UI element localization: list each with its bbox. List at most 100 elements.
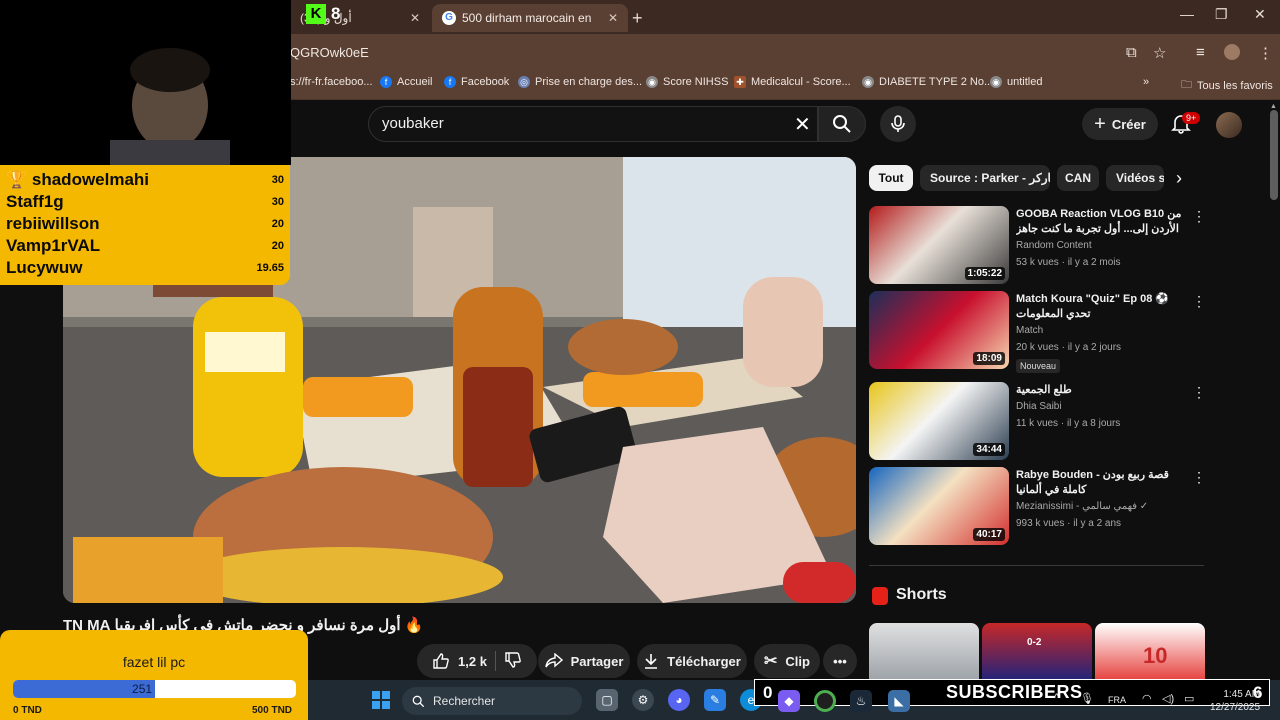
url-field[interactable]: QGROwk0eE (290, 45, 369, 60)
install-app-icon[interactable]: ⧉ (1126, 44, 1137, 61)
kebab-menu-icon[interactable]: ⋮ (1192, 208, 1206, 225)
app-icon[interactable]: ◣ (888, 690, 910, 712)
wifi-icon[interactable]: ◠ (1142, 692, 1152, 705)
view-meta: 993 k vues · il y a 2 ans (1016, 518, 1122, 529)
channel-name[interactable]: Random Content (1016, 237, 1186, 254)
goal-min-label: 0 TND (13, 705, 42, 716)
subscriber-count: 0 (763, 683, 773, 702)
short-thumbnail[interactable]: 0-2 (982, 623, 1092, 683)
recommendation-title[interactable]: Match Koura "Quiz" Ep 08 ⚽ تحدي المعلوما… (1016, 292, 1186, 322)
menu-kebab-icon[interactable]: ⋮ (1258, 44, 1273, 62)
bookmark-item[interactable]: ◉ Score NIHSS (646, 76, 728, 88)
chip-source-parker[interactable]: Source : Parker - باركر (920, 165, 1050, 191)
volume-icon[interactable]: ◁) (1162, 692, 1174, 705)
create-label: Créer (1111, 116, 1146, 132)
recommendation-title[interactable]: Rabye Bouden - قصة ربيع بودن كاملة في أل… (1016, 468, 1186, 498)
system-clock[interactable]: 1:45 AM 12/27/2025 (1210, 688, 1260, 714)
search-button[interactable] (818, 106, 866, 142)
kebab-menu-icon[interactable]: ⋮ (1192, 384, 1206, 401)
bookmark-item[interactable]: f Accueil (380, 76, 432, 88)
folder-icon: 🗀 (1181, 79, 1192, 91)
video-thumbnail[interactable]: 34:44 (869, 382, 1009, 460)
duration-badge: 40:17 (973, 528, 1005, 541)
avatar[interactable] (1216, 112, 1242, 138)
short-thumbnail[interactable]: 10 (1095, 623, 1205, 683)
like-count: 1,2 k (458, 653, 487, 669)
download-icon (645, 654, 658, 669)
close-icon[interactable]: ✕ (608, 11, 618, 25)
recommendation-item[interactable]: 40:17 (869, 467, 1009, 545)
more-actions-button[interactable]: ••• (823, 644, 857, 678)
channel-name[interactable]: Dhia Saibi (1016, 398, 1186, 415)
download-button[interactable]: Télécharger (637, 644, 747, 678)
donation-leaderboard: 🏆 shadowelmahi 30 Staff1g 30 rebiiwillson 2… (0, 165, 290, 285)
chip-all[interactable]: Tout (869, 165, 913, 191)
browser-tab-google[interactable]: G 500 dirham marocain en dinar ✕ (432, 4, 628, 32)
language-indicator[interactable]: FRA (1108, 695, 1126, 705)
maximize-icon[interactable]: ❐ (1215, 6, 1228, 23)
task-view-icon[interactable]: ▢ (596, 689, 618, 711)
tab-title: 500 dirham marocain en dinar (462, 11, 592, 25)
create-button[interactable]: + Créer (1082, 108, 1158, 140)
recommendation-info: GOOBA Reaction VLOG B10 من الأردن إلى...… (1016, 207, 1186, 271)
search-icon (833, 115, 851, 133)
bookmark-item[interactable]: ✚ Medicalcul - Score... (734, 76, 851, 88)
share-button[interactable]: Partager (538, 644, 630, 678)
app-icon[interactable]: ✎ (704, 689, 726, 711)
channel-name[interactable]: Mezianissimi - فهمي سالمي ✓ (1016, 498, 1186, 515)
media-control-icon[interactable]: ≡ (1196, 44, 1205, 61)
scroll-up-icon[interactable]: ▲ (1270, 103, 1277, 110)
windows-start-icon[interactable] (372, 691, 390, 709)
microphone-icon (891, 115, 905, 132)
bookmark-item[interactable]: ◎ Prise en charge des... (518, 76, 642, 88)
video-thumbnail[interactable]: 40:17 (869, 467, 1009, 545)
chrome-icon[interactable] (814, 690, 836, 712)
chip-videos[interactable]: Vidéos s (1106, 165, 1164, 191)
clear-search-icon[interactable]: ✕ (794, 112, 811, 137)
kebab-menu-icon[interactable]: ⋮ (1192, 293, 1206, 310)
new-tab-button[interactable]: + (632, 8, 643, 29)
kebab-menu-icon[interactable]: ⋮ (1192, 469, 1206, 486)
duration-badge: 18:09 (973, 352, 1005, 365)
settings-icon[interactable]: ⚙ (632, 689, 654, 711)
recommendation-title[interactable]: طلع الجمعية (1016, 383, 1186, 398)
steam-icon[interactable]: ♨ (850, 690, 872, 712)
profile-avatar[interactable] (1224, 44, 1240, 60)
close-icon[interactable]: ✕ (410, 11, 420, 25)
globe-icon: ◉ (862, 76, 874, 88)
recommendation-item[interactable]: 1:05:22 (869, 206, 1009, 284)
dislike-button[interactable] (504, 651, 522, 672)
bookmark-item[interactable]: ◉ DIABETE TYPE 2 No... (862, 76, 993, 88)
tray-chevron-icon[interactable]: ^ (1054, 692, 1059, 704)
bookmark-item[interactable]: s://fr-fr.faceboo... (290, 76, 373, 88)
chip-can[interactable]: CAN (1057, 165, 1099, 191)
search-icon (412, 695, 425, 707)
recommendation-title[interactable]: GOOBA Reaction VLOG B10 من الأردن إلى...… (1016, 207, 1186, 237)
video-thumbnail[interactable]: 1:05:22 (869, 206, 1009, 284)
microphone-icon[interactable]: 🎙 (1080, 692, 1094, 705)
all-bookmarks-folder[interactable]: 🗀 Tous les favoris (1181, 76, 1273, 95)
battery-icon[interactable]: ▭ (1184, 692, 1194, 705)
close-window-icon[interactable]: ✕ (1254, 6, 1266, 23)
clock-date: 12/27/2025 (1210, 702, 1261, 713)
voice-search-button[interactable] (880, 106, 916, 142)
app-icon[interactable]: ◆ (778, 690, 800, 712)
recommendation-item[interactable]: 34:44 (869, 382, 1009, 460)
scrollbar[interactable] (1270, 110, 1278, 200)
clip-button[interactable]: ✂ Clip (754, 644, 820, 678)
bookmark-item[interactable]: ◉ untitled (990, 76, 1042, 88)
goal-title: fazet lil pc (122, 654, 186, 670)
bookmark-item[interactable]: f Facebook (444, 76, 509, 88)
like-button[interactable]: 1,2 k (432, 652, 487, 670)
short-thumbnail[interactable] (869, 623, 979, 683)
plus-icon: + (1094, 112, 1106, 135)
chevron-right-icon[interactable]: › (1176, 168, 1182, 189)
taskbar-search[interactable]: Rechercher (402, 687, 582, 715)
channel-name[interactable]: Match (1016, 322, 1186, 339)
minimize-icon[interactable]: — (1180, 6, 1194, 22)
recommendation-item[interactable]: 18:09 (869, 291, 1009, 369)
more-bookmarks-icon[interactable]: » (1143, 76, 1149, 88)
video-thumbnail[interactable]: 18:09 (869, 291, 1009, 369)
star-bookmark-icon[interactable]: ☆ (1153, 44, 1166, 62)
discord-icon[interactable]: ◕ (668, 689, 690, 711)
